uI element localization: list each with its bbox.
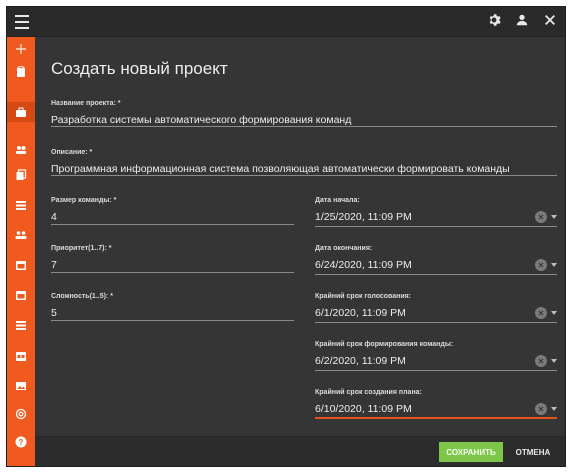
cancel-button[interactable]: ОТМЕНА [507,442,559,462]
start-date-label: Дата начала: [315,197,360,204]
team-formation-deadline-label: Крайний срок формирования команды: [315,341,454,348]
description-label: Описание: * [51,149,93,156]
help-icon[interactable]: ? [7,432,35,452]
list-icon[interactable] [7,195,35,215]
plan-deadline-field[interactable]: Крайний срок создания плана: 6/10/2020, … [315,389,557,419]
hamburger-menu-icon[interactable] [15,15,29,29]
team-size-value: 4 [51,211,57,223]
plan-deadline-value: 6/10/2020, 11:09 PM [315,403,412,415]
clear-icon[interactable] [535,403,547,415]
end-date-value: 6/24/2020, 11:09 PM [315,259,412,271]
clear-icon[interactable] [535,259,547,271]
priority-label: Приоритет(1..7): * [51,245,112,252]
at-icon[interactable] [7,404,35,424]
dialog-footer: СОХРАНИТЬ ОТМЕНА [35,436,565,466]
calendar-icon[interactable] [7,285,35,305]
complexity-field[interactable]: Сложность(1..5): * 5 [51,293,294,321]
chevron-down-icon[interactable] [551,311,557,315]
start-date-value: 1/25/2020, 11:09 PM [315,211,412,223]
chevron-down-icon[interactable] [551,215,557,219]
team-formation-deadline-value: 6/2/2020, 11:09 PM [315,355,406,367]
image-icon[interactable] [7,376,35,396]
list-icon[interactable] [7,315,35,335]
top-bar [7,7,565,37]
calendar-icon[interactable] [7,346,35,366]
clear-icon[interactable] [535,211,547,223]
team-size-field[interactable]: Размер команды: * 4 [51,197,294,225]
end-date-label: Дата окончания: [315,245,373,252]
complexity-value: 5 [51,307,57,319]
complexity-label: Сложность(1..5): * [51,293,113,300]
chevron-down-icon[interactable] [551,359,557,363]
team-icon[interactable] [7,225,35,245]
calendar-icon[interactable] [7,255,35,275]
group-icon[interactable] [7,140,35,160]
close-icon[interactable] [543,13,557,27]
clear-icon[interactable] [535,355,547,367]
briefcase-icon[interactable] [7,102,35,122]
user-icon[interactable] [515,13,529,27]
project-name-field[interactable]: Название проекта: * Разработка системы а… [51,100,557,127]
clipboard-icon[interactable] [7,62,35,82]
plus-icon[interactable] [7,39,35,59]
sidebar: ? [7,37,35,466]
plan-deadline-label: Крайний срок создания плана: [315,389,422,396]
project-name-value: Разработка системы автоматического форми… [51,114,352,126]
chevron-down-icon[interactable] [551,407,557,411]
main-content: Создать новый проект Название проекта: *… [35,37,565,466]
voting-deadline-label: Крайний срок голосования: [315,293,412,300]
clear-icon[interactable] [535,307,547,319]
description-value: Программная информационная система позво… [51,163,510,175]
gear-icon[interactable] [487,13,501,27]
team-formation-deadline-field[interactable]: Крайний срок формирования команды: 6/2/2… [315,341,557,371]
team-size-label: Размер команды: * [51,197,117,204]
chevron-down-icon[interactable] [551,263,557,267]
description-field[interactable]: Описание: * Программная информационная с… [51,149,557,176]
voting-deadline-value: 6/1/2020, 11:09 PM [315,307,406,319]
save-button[interactable]: СОХРАНИТЬ [439,442,503,462]
page-title: Создать новый проект [51,59,228,78]
voting-deadline-field[interactable]: Крайний срок голосования: 6/1/2020, 11:0… [315,293,557,323]
priority-field[interactable]: Приоритет(1..7): * 7 [51,245,294,273]
start-date-field[interactable]: Дата начала: 1/25/2020, 11:09 PM [315,197,557,227]
svg-text:?: ? [19,438,24,447]
priority-value: 7 [51,259,57,271]
app-window: ? Создать новый проект Название проекта:… [6,6,566,467]
copy-icon[interactable] [7,165,35,185]
end-date-field[interactable]: Дата окончания: 6/24/2020, 11:09 PM [315,245,557,275]
project-name-label: Название проекта: * [51,100,121,107]
